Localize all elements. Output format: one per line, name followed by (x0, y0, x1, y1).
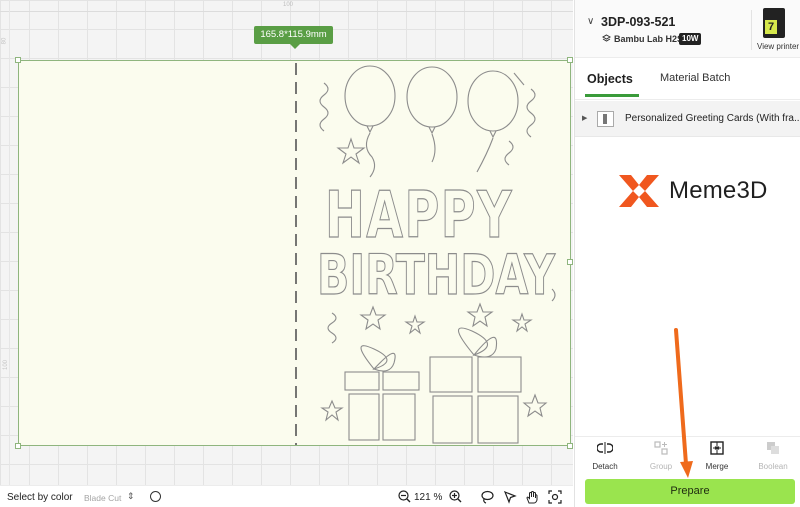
bottom-toolbar: Select by color Blade Cut ⇕ 121 % (0, 485, 573, 507)
active-tab-indicator (585, 94, 639, 97)
group-button[interactable]: Group (639, 441, 683, 471)
detach-label: Detach (592, 462, 618, 471)
blade-select[interactable]: Blade Cut (84, 493, 121, 503)
view-printer-link[interactable]: View printer (757, 42, 799, 51)
balloon-icon (467, 70, 519, 173)
confetti-squiggle (327, 312, 337, 344)
nozzle-badge: 10W (679, 33, 702, 45)
layers-icon (602, 34, 611, 42)
circle-icon[interactable] (150, 491, 161, 502)
balloon-icon (406, 66, 458, 163)
resize-handle[interactable] (567, 259, 573, 265)
ruler-left-label: 100 (3, 359, 10, 371)
lasso-icon[interactable] (480, 490, 494, 504)
resize-handle[interactable] (15, 57, 21, 63)
card-artwork: HAPPY BIRTHDAY (295, 63, 556, 445)
star-icon (511, 312, 533, 333)
confetti-squiggle (513, 72, 525, 86)
vertical-ruler: 80 100 (0, 0, 10, 485)
horizontal-ruler: 100 (0, 0, 573, 12)
card-headline-line-2: BIRTHDAY (317, 243, 556, 307)
star-icon (404, 314, 426, 335)
gift-box-icon (429, 327, 522, 444)
zoom-out-icon[interactable] (398, 490, 411, 503)
star-icon (359, 305, 387, 331)
ruler-top-label: 100 (283, 2, 294, 8)
fit-view-icon[interactable] (548, 490, 562, 504)
updown-arrows-icon[interactable]: ⇕ (127, 491, 135, 502)
balloon-icon (344, 65, 396, 178)
group-label: Group (649, 462, 673, 471)
object-name: Personalized Greeting Cards (With fra... (625, 113, 799, 124)
chevron-down-icon[interactable]: ∨ (587, 16, 594, 27)
dimension-tag: 165.8*115.9mm (254, 26, 333, 49)
object-actions: Detach Group Merge Boolean (575, 436, 800, 474)
confetti-squiggle (504, 140, 514, 166)
printer-thumbnail[interactable]: 7 (763, 8, 785, 38)
object-thumbnail-icon (597, 111, 614, 127)
resize-handle[interactable] (567, 57, 573, 63)
ruler-left-label: 80 (1, 37, 8, 45)
boolean-icon (767, 442, 779, 454)
meme3d-logo-icon (619, 175, 659, 207)
detach-icon (596, 442, 614, 454)
boolean-button[interactable]: Boolean (751, 441, 795, 471)
greeting-card-object[interactable]: HAPPY BIRTHDAY (18, 60, 571, 446)
meme3d-logo: Meme3D (619, 175, 767, 212)
merge-label: Merge (705, 462, 729, 471)
resize-handle[interactable] (15, 443, 21, 449)
merge-icon (710, 441, 724, 455)
prepare-button[interactable]: Prepare (585, 479, 795, 504)
logo-text: Meme3D (669, 177, 768, 204)
app-window: 100 80 100 165.8*115.9mm HAPPY BIRTHDAY … (0, 0, 800, 507)
gift-box-icon (344, 345, 420, 441)
group-icon (654, 441, 668, 455)
star-icon (336, 137, 366, 165)
boolean-label: Boolean (758, 462, 788, 471)
object-list-item[interactable]: ▶ Personalized Greeting Cards (With fra.… (575, 101, 800, 137)
star-icon (522, 393, 548, 418)
printer-model: Bambu Lab H2S (614, 34, 684, 44)
header-divider (751, 10, 752, 50)
tab-objects[interactable]: Objects (587, 72, 633, 86)
expand-triangle-icon[interactable]: ▶ (582, 114, 587, 122)
zoom-level: 121 % (414, 492, 443, 503)
printer-name: 3DP-093-521 (601, 15, 676, 29)
star-icon (320, 399, 344, 422)
card-headline-line-1: HAPPY (325, 179, 513, 253)
hand-pan-icon[interactable] (525, 490, 539, 504)
confetti-squiggle (526, 88, 536, 138)
detach-button[interactable]: Detach (583, 441, 627, 471)
resize-handle[interactable] (567, 443, 573, 449)
panel-tabs: Objects Material Batch (575, 58, 800, 100)
tab-material-batch[interactable]: Material Batch (660, 72, 730, 84)
printer-header[interactable]: ∨ 3DP-093-521 Bambu Lab H2S 10W 7 View p… (575, 0, 800, 58)
select-by-color-label: Select by color (7, 492, 73, 503)
zoom-in-icon[interactable] (449, 490, 462, 503)
merge-button[interactable]: Merge (695, 441, 739, 471)
confetti-squiggle (319, 82, 329, 132)
star-icon (466, 302, 494, 328)
printer-thumb-number: 7 (765, 20, 777, 34)
right-sidebar: ∨ 3DP-093-521 Bambu Lab H2S 10W 7 View p… (574, 0, 800, 507)
cut-canvas[interactable]: 100 80 100 165.8*115.9mm HAPPY BIRTHDAY (0, 0, 573, 485)
pointer-select-icon[interactable] (503, 490, 517, 504)
